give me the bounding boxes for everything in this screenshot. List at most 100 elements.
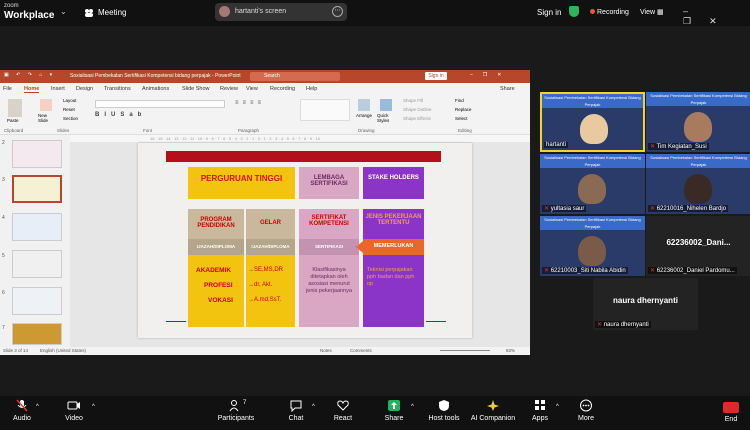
- more-icon: [580, 399, 592, 412]
- menu-insert[interactable]: Insert: [51, 86, 65, 92]
- more-icon[interactable]: ⋯: [332, 6, 343, 17]
- video-tile[interactable]: Sosialisasi Pembekalan Sertifikasi Kompe…: [646, 92, 750, 152]
- chevron-down-icon[interactable]: ⌄: [60, 7, 67, 16]
- chevron-up-icon[interactable]: ^: [92, 404, 95, 410]
- quick-access-icons[interactable]: ▣ ↶ ↷ ⌂ ▾: [4, 72, 55, 78]
- participant-name-text: 62236002_Daniel Pardomu...: [656, 268, 735, 274]
- view-button[interactable]: View ▦: [640, 8, 664, 16]
- menu-recording[interactable]: Recording: [270, 86, 295, 92]
- react-button[interactable]: React: [331, 399, 355, 422]
- group-drawing: Drawing: [358, 128, 375, 133]
- menu-file[interactable]: File: [3, 86, 12, 92]
- memerlukan-label: MEMERLUKAN: [363, 239, 424, 255]
- font-format-icons[interactable]: BIUSab: [95, 112, 146, 118]
- video-tile[interactable]: 62236002_Dani... ✕ 62236002_Daniel Pardo…: [646, 216, 750, 276]
- group-paragraph: Paragraph: [238, 128, 260, 133]
- shapes-gallery[interactable]: [300, 99, 350, 121]
- participant-name: ✕ naura dhernyanti: [595, 321, 651, 328]
- sign-in-button[interactable]: Sign in: [537, 8, 561, 17]
- quick-styles-icon[interactable]: [380, 99, 392, 111]
- comments-button[interactable]: Comments: [350, 348, 372, 353]
- ppt-document-title: Sosialisasi Pembekalan Sertifikasi Kompe…: [70, 73, 241, 79]
- participants-icon: [229, 400, 239, 412]
- chevron-up-icon[interactable]: ^: [312, 404, 315, 410]
- participant-big-name: 62236002_Dani...: [666, 238, 731, 247]
- section-button[interactable]: Section: [63, 116, 78, 121]
- paragraph-icons[interactable]: ≡≡≡≡: [235, 100, 265, 106]
- select-button[interactable]: Select: [455, 116, 468, 121]
- window-controls[interactable]: –❐✕: [683, 6, 750, 27]
- more-button[interactable]: More: [574, 399, 598, 422]
- menu-review[interactable]: Review: [220, 86, 238, 92]
- share-button[interactable]: Share: [382, 399, 406, 422]
- shape-outline-button[interactable]: Shape Outline: [403, 107, 432, 112]
- menu-animations[interactable]: Animations: [142, 86, 169, 92]
- video-button[interactable]: Video: [62, 399, 86, 422]
- menu-slide-show[interactable]: Slide Show: [182, 86, 210, 92]
- notes-button[interactable]: Notes: [320, 348, 332, 353]
- ppt-search-box[interactable]: Search: [250, 72, 340, 81]
- participant-name-text: naura dhernyanti: [603, 322, 649, 328]
- video-tile[interactable]: Sosialisasi Pembekalan Sertifikasi Kompe…: [540, 216, 645, 276]
- meeting-label[interactable]: Meeting: [98, 8, 126, 17]
- find-button[interactable]: Find: [455, 98, 464, 103]
- video-tile[interactable]: Sosialisasi Pembekalan Sertifikasi Kompe…: [540, 154, 645, 214]
- video-tile[interactable]: Sosialisasi Pembekalan Sertifikasi Kompe…: [646, 154, 750, 214]
- menu-transitions[interactable]: Transitions: [104, 86, 131, 92]
- program-pendidikan: PROGRAM PENDIDIKAN: [188, 209, 244, 239]
- chevron-up-icon[interactable]: ^: [556, 404, 559, 410]
- audio-button[interactable]: Audio: [10, 399, 34, 422]
- layout-button[interactable]: Layout: [63, 98, 77, 103]
- reset-button[interactable]: Reset: [63, 107, 75, 112]
- shape-effects-button[interactable]: Shape Effects: [403, 116, 431, 121]
- recording-indicator[interactable]: Recording: [590, 9, 629, 16]
- video-tile[interactable]: naura dhernyanti ✕ naura dhernyanti: [593, 278, 698, 330]
- arrange-label: Arrange: [356, 113, 373, 118]
- zoom-logo-workplace: Workplace: [4, 10, 55, 21]
- gelar-1-text: SE,MS,DR: [254, 267, 284, 273]
- paste-icon[interactable]: [8, 99, 22, 117]
- end-button[interactable]: End: [720, 402, 742, 423]
- apps-button[interactable]: Apps: [528, 399, 552, 422]
- ppt-window-controls[interactable]: –❐✕: [470, 72, 511, 78]
- participants-button[interactable]: 7 Participants: [216, 399, 256, 422]
- chevron-up-icon[interactable]: ^: [411, 404, 414, 410]
- slide-thumb-5[interactable]: [12, 250, 62, 278]
- zoom-slider[interactable]: [440, 350, 490, 351]
- ppt-share-button[interactable]: Share: [500, 86, 515, 92]
- menu-view[interactable]: View: [246, 86, 258, 92]
- replace-button[interactable]: Replace: [455, 107, 472, 112]
- video-tile[interactable]: Sosialisasi Pembekalan Sertifikasi Kompe…: [540, 92, 645, 152]
- sertifikat-kompetensi: SERTIFIKAT KOMPETENSI: [299, 209, 359, 239]
- record-dot-icon: [590, 9, 595, 14]
- ai-companion-button[interactable]: AI Companion: [470, 399, 516, 422]
- shape-fill-button[interactable]: Shape Fill: [403, 98, 423, 103]
- shared-screen-pill[interactable]: hartanti's screen ⋯: [215, 3, 347, 21]
- gelar-list-box: →SE,MS,DR →dr, Akt. →A.md,SsT.: [246, 255, 295, 327]
- menu-help[interactable]: Help: [306, 86, 317, 92]
- font-selector[interactable]: [95, 100, 225, 108]
- language-label: English (United States): [40, 348, 87, 353]
- host-tools-button[interactable]: Host tools: [426, 399, 462, 422]
- slide-thumb-7[interactable]: [12, 323, 62, 345]
- chat-button[interactable]: Chat: [284, 399, 308, 422]
- title-bar: [166, 151, 441, 162]
- ruler: 16 · 15 · 14 · 13 · 12 · 11 · 10 · 9 · 8…: [70, 135, 530, 142]
- menu-home[interactable]: Home: [24, 86, 40, 93]
- new-slide-icon[interactable]: [40, 99, 52, 111]
- ppt-signin-button[interactable]: Sign in: [425, 72, 447, 80]
- mic-muted-icon: ✕: [544, 206, 550, 212]
- view-label: View: [640, 9, 656, 16]
- chevron-up-icon[interactable]: ^: [36, 404, 39, 410]
- slide-thumb-2[interactable]: [12, 140, 62, 168]
- slide-thumb-6[interactable]: [12, 287, 62, 315]
- slide-thumb-3[interactable]: [12, 175, 62, 203]
- arrange-icon[interactable]: [358, 99, 370, 111]
- slide-thumb-4[interactable]: [12, 213, 62, 241]
- recording-label: Recording: [597, 9, 629, 16]
- shield-icon[interactable]: [569, 6, 579, 17]
- menu-design[interactable]: Design: [76, 86, 93, 92]
- participant-name: ✕ Tim Kegiatan_Susi: [648, 143, 709, 150]
- participant-name: ✕ 62210003_Siti Nabila Abidin: [542, 267, 628, 274]
- zoom-level[interactable]: 83%: [506, 348, 515, 353]
